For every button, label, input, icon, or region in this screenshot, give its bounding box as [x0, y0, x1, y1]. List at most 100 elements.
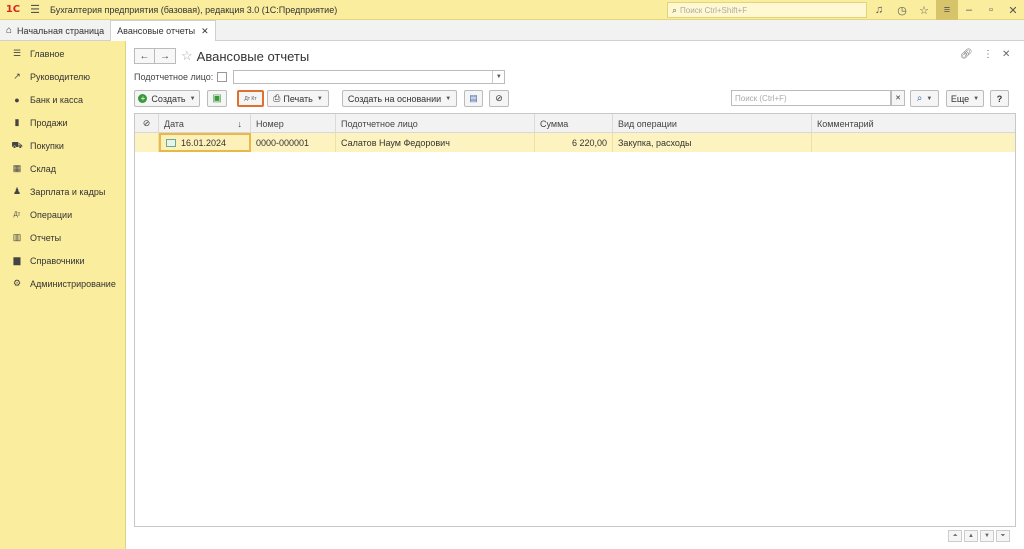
- search-button[interactable]: ⌕ ▼: [910, 90, 939, 107]
- row-operation-cell[interactable]: Закупка, расходы: [613, 133, 812, 152]
- filter-checkbox[interactable]: [217, 72, 228, 82]
- sidebar-item-operations[interactable]: Дт Операции: [0, 203, 125, 226]
- printer-icon: ⎙: [273, 93, 281, 103]
- filter-person-select[interactable]: ▼: [233, 70, 506, 84]
- copy-button[interactable]: ▣: [207, 90, 227, 107]
- row-person-cell[interactable]: Салатов Наум Федорович: [336, 133, 535, 152]
- dt-kt-icon: Дт: [13, 211, 21, 218]
- bell-icon[interactable]: ♫: [868, 0, 890, 20]
- scroll-up-icon[interactable]: ▲: [964, 530, 978, 542]
- sidebar-item-label: Склад: [30, 163, 57, 174]
- copy-document-icon: ▣: [212, 93, 222, 104]
- more-vertical-icon[interactable]: ⋮: [983, 47, 993, 61]
- bag-icon: ▮: [14, 117, 20, 127]
- sidebar-item-director[interactable]: ↗ Руководителю: [0, 65, 125, 88]
- tab-advance-reports[interactable]: Авансовые отчеты ✕: [110, 20, 216, 41]
- sort-down-icon: ↓: [237, 118, 243, 129]
- row-sum-cell[interactable]: 6 220,00: [535, 133, 613, 152]
- sidebar-item-label: Покупки: [30, 140, 64, 151]
- filter-label: Подотчетное лицо:: [134, 72, 214, 82]
- minimize-icon[interactable]: –: [958, 0, 980, 20]
- list-search-placeholder: Поиск (Ctrl+F): [735, 93, 787, 103]
- column-operation[interactable]: Вид операции: [613, 114, 812, 133]
- sidebar-item-label: Зарплата и кадры: [30, 186, 106, 197]
- column-number[interactable]: Номер: [251, 114, 336, 133]
- dt-kt-button[interactable]: Дт Кт: [237, 90, 264, 107]
- row-number-cell[interactable]: 0000-000001: [251, 133, 336, 152]
- sidebar-item-sales[interactable]: ▮ Продажи: [0, 111, 125, 134]
- row-date-cell[interactable]: 16.01.2024: [159, 133, 251, 152]
- list-search-input[interactable]: Поиск (Ctrl+F): [731, 90, 891, 106]
- sidebar-item-salary[interactable]: ♟ Зарплата и кадры: [0, 180, 125, 203]
- column-sum[interactable]: Сумма: [535, 114, 613, 133]
- column-sum-label: Сумма: [540, 118, 569, 129]
- scroll-last-icon[interactable]: ⏷: [996, 530, 1010, 542]
- page-title: Авансовые отчеты: [196, 48, 310, 64]
- title-row: ← → ☆ Авансовые отчеты: [134, 47, 309, 65]
- restore-icon[interactable]: ▫: [980, 0, 1002, 20]
- chevron-down-icon: ▼: [189, 95, 196, 102]
- main-menu-icon[interactable]: ☰: [26, 0, 44, 20]
- plus-icon: +: [138, 94, 148, 103]
- back-button[interactable]: ←: [134, 48, 155, 64]
- create-button[interactable]: + Создать ▼: [134, 90, 200, 107]
- close-form-icon[interactable]: ✕: [1002, 47, 1010, 61]
- column-comment-label: Комментарий: [817, 118, 874, 129]
- sidebar-item-references[interactable]: ▆ Справочники: [0, 249, 125, 272]
- column-date-label: Дата: [164, 118, 184, 129]
- history-icon[interactable]: ◷: [891, 0, 913, 20]
- row-operation: Закупка, расходы: [618, 137, 692, 148]
- title-bar: 1С ☰ Бухгалтерия предприятия (базовая), …: [0, 0, 1024, 20]
- help-label: ?: [996, 93, 1003, 104]
- column-person[interactable]: Подотчетное лицо: [336, 114, 535, 133]
- sidebar-item-reports[interactable]: ▥ Отчеты: [0, 226, 125, 249]
- global-search-placeholder: Поиск Ctrl+Shift+F: [680, 5, 748, 15]
- row-comment-cell[interactable]: [812, 133, 1015, 152]
- link-icon[interactable]: 🔗︎: [960, 47, 973, 61]
- print-button[interactable]: ⎙ Печать ▼: [267, 90, 329, 107]
- favorites-star-icon[interactable]: ☆: [913, 0, 935, 20]
- sidebar-item-bank[interactable]: ● Банк и касса: [0, 88, 125, 111]
- functions-menu-icon[interactable]: ≡: [936, 0, 958, 20]
- person-icon: ♟: [12, 186, 22, 196]
- column-date[interactable]: Дата ↓: [159, 114, 251, 133]
- warehouse-icon: ▦: [12, 163, 22, 173]
- home-icon: ⌂: [6, 25, 13, 36]
- table-header: ⊘ Дата ↓ Номер Подотчетное лицо Сумма Ви…: [135, 114, 1015, 133]
- paperclip-icon: ⊘: [495, 93, 503, 103]
- favorite-star-icon[interactable]: ☆: [181, 48, 193, 64]
- structure-button[interactable]: ▤: [464, 90, 483, 107]
- cart-icon: ⛟: [11, 139, 23, 150]
- create-label: Создать: [151, 93, 186, 104]
- tab-close-icon[interactable]: ✕: [201, 26, 209, 37]
- 1c-logo: 1С: [5, 4, 21, 15]
- table-row[interactable]: 16.01.2024 0000-000001 Салатов Наум Федо…: [135, 133, 1015, 152]
- tab-home[interactable]: ⌂ Начальная страница: [0, 20, 110, 41]
- create-based-on-button[interactable]: Создать на основании ▼: [342, 90, 457, 107]
- attachment-column-icon[interactable]: ⊘: [135, 114, 159, 133]
- main-area: ← → ☆ Авансовые отчеты 🔗︎ ⋮ ✕ Подотчетно…: [126, 41, 1024, 549]
- clear-search-button[interactable]: ✕: [891, 90, 905, 106]
- sidebar-item-admin[interactable]: ⚙ Администрирование: [0, 272, 125, 295]
- more-button[interactable]: Еще ▼: [946, 90, 984, 107]
- sidebar-item-warehouse[interactable]: ▦ Склад: [0, 157, 125, 180]
- chevron-down-icon[interactable]: ▼: [492, 71, 504, 83]
- search-icon: ⌕: [672, 4, 678, 15]
- documents-table: ⊘ Дата ↓ Номер Подотчетное лицо Сумма Ви…: [134, 113, 1016, 527]
- column-person-label: Подотчетное лицо: [341, 118, 418, 129]
- sidebar-item-purchases[interactable]: ⛟ Покупки: [0, 134, 125, 157]
- help-button[interactable]: ?: [990, 90, 1009, 107]
- tabs-bar: ⌂ Начальная страница Авансовые отчеты ✕: [0, 20, 1024, 41]
- sidebar-item-main[interactable]: ☰ Главное: [0, 42, 125, 65]
- close-icon[interactable]: ✕: [1002, 0, 1024, 20]
- sidebar-item-label: Продажи: [30, 117, 68, 128]
- search-icon: ⌕: [916, 93, 923, 104]
- column-comment[interactable]: Комментарий: [812, 114, 1015, 133]
- scroll-first-icon[interactable]: ⏶: [948, 530, 962, 542]
- row-sum: 6 220,00: [571, 137, 607, 148]
- book-icon: ▆: [13, 255, 21, 265]
- attach-button[interactable]: ⊘: [489, 90, 509, 107]
- forward-button[interactable]: →: [155, 48, 176, 64]
- scroll-down-icon[interactable]: ▼: [980, 530, 994, 542]
- global-search-input[interactable]: ⌕ Поиск Ctrl+Shift+F: [667, 2, 867, 18]
